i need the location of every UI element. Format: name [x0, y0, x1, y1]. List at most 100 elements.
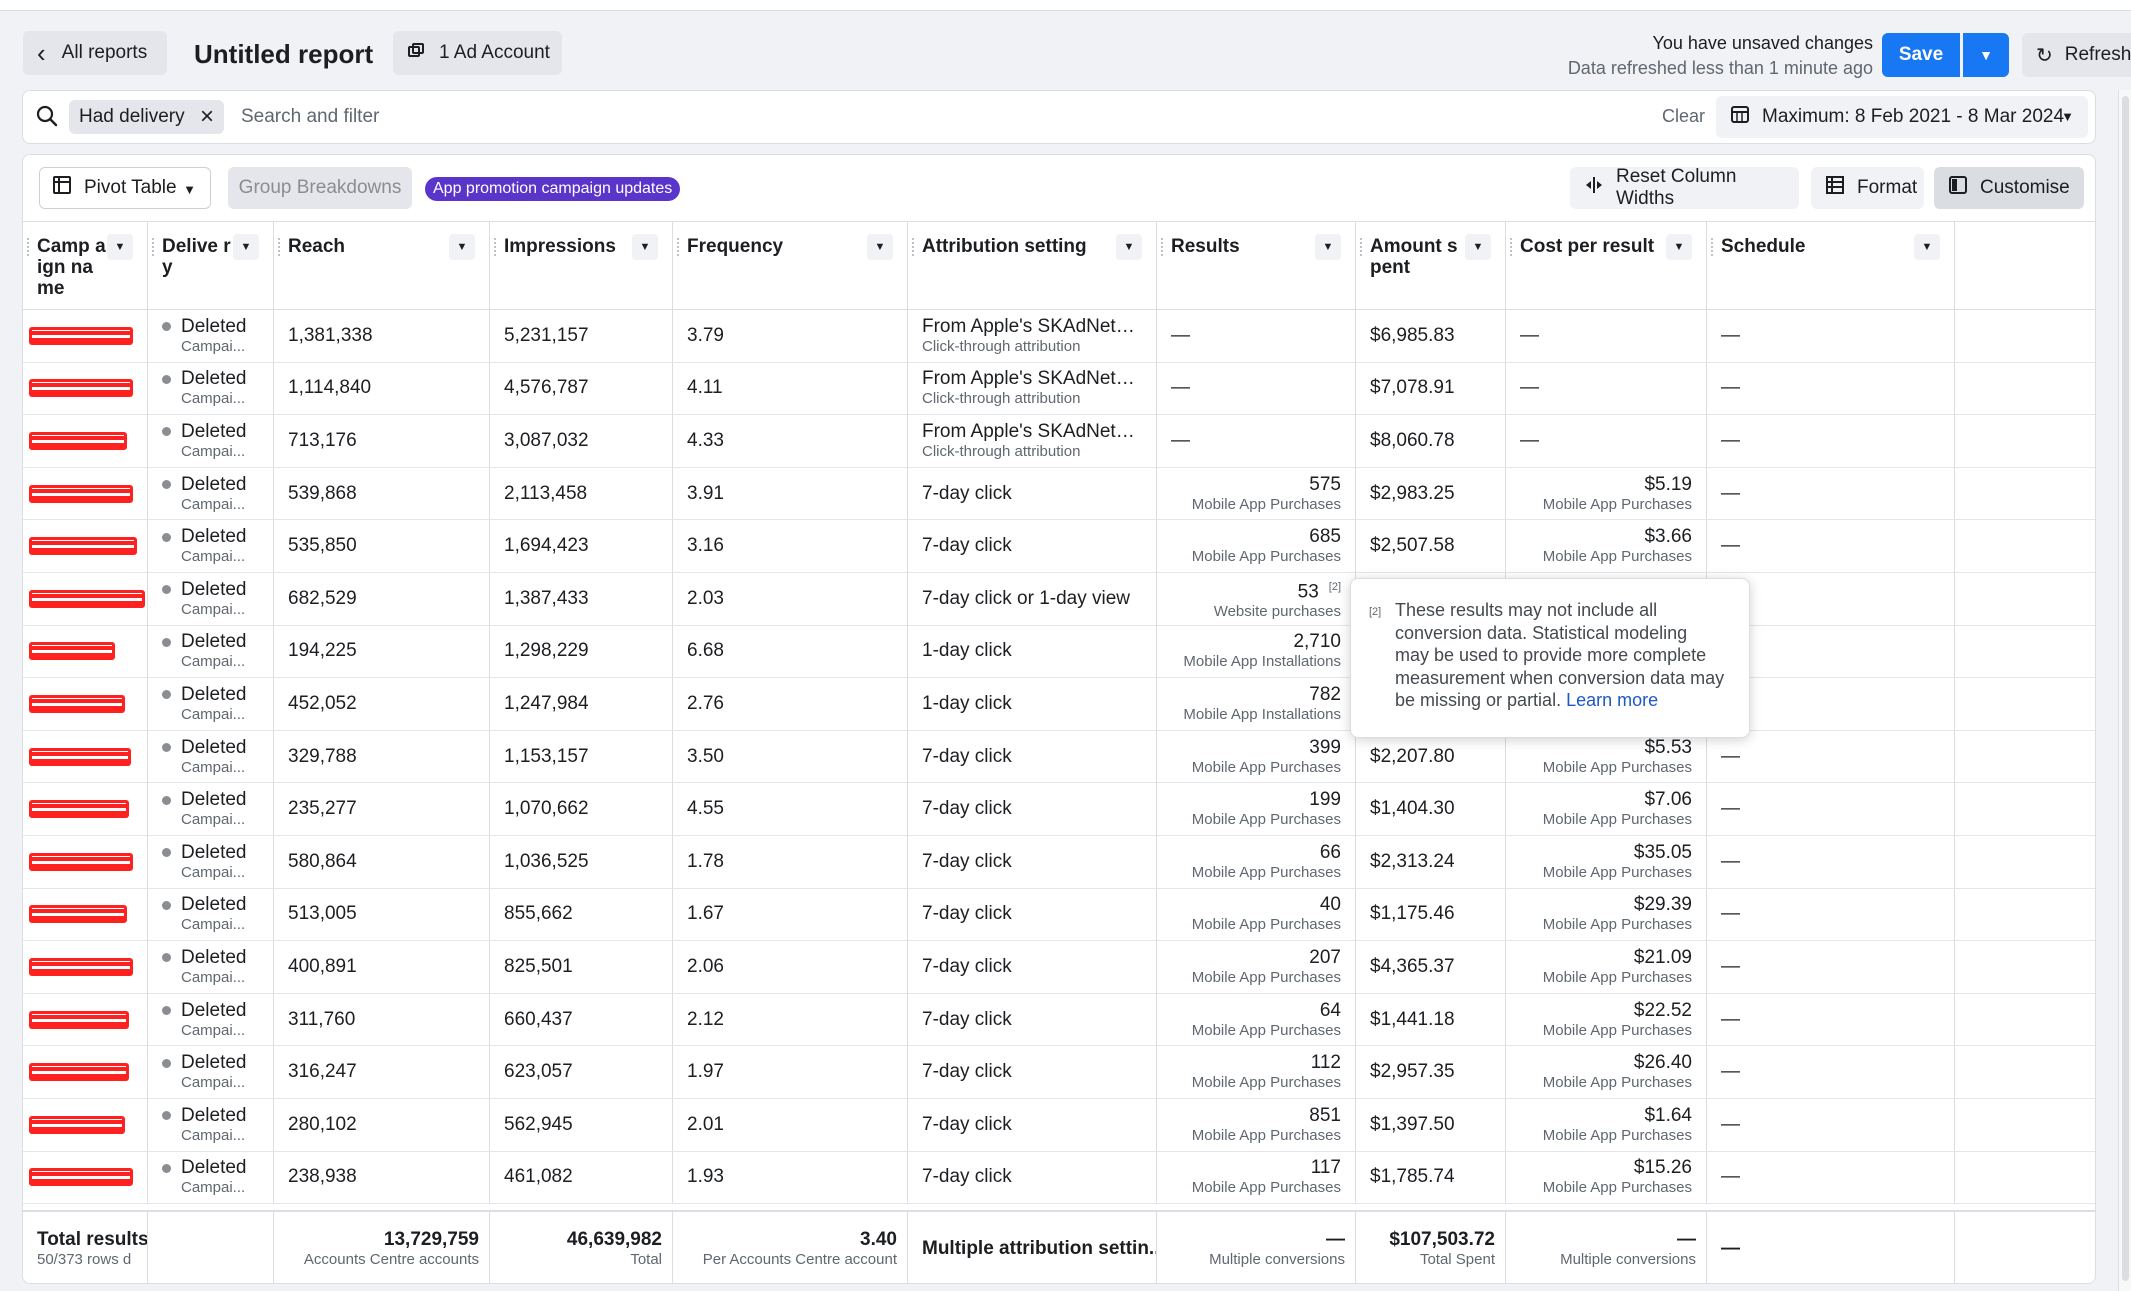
table-row[interactable]: Deleted Campai... 329,788 1,153,157 3.50 7-da…: [23, 730, 2095, 784]
column-drag-handle-icon[interactable]: [1711, 238, 1714, 256]
redacted-campaign-name[interactable]: [29, 852, 133, 871]
column-drag-handle-icon[interactable]: [1360, 238, 1363, 256]
column-header-spent[interactable]: Amount spent ▼: [1356, 222, 1506, 310]
column-header-status[interactable]: Delive ry ▼: [148, 222, 274, 310]
column-drag-handle-icon[interactable]: [27, 238, 30, 256]
table-row[interactable]: Deleted Campai... 280,102 562,945 2.01 7-day …: [23, 1099, 2095, 1152]
redacted-campaign-name[interactable]: [29, 1168, 133, 1187]
all-reports-button[interactable]: ‹ All reports: [23, 31, 167, 75]
redacted-campaign-name[interactable]: [29, 589, 145, 608]
table-row[interactable]: Deleted Campai... 535,850 1,694,423 3.16 7-da…: [23, 520, 2095, 573]
filter-chip-had-delivery[interactable]: Had delivery ×: [69, 100, 224, 134]
table-row[interactable]: Deleted Campai... 713,176 3,087,032 4.33 From…: [23, 415, 2095, 468]
campaign-name-cell[interactable]: [23, 678, 148, 730]
column-drag-handle-icon[interactable]: [152, 238, 155, 256]
table-row[interactable]: Deleted Campai... 1,381,338 5,231,157 3.79 Fr…: [23, 310, 2095, 363]
campaign-name-cell[interactable]: [23, 941, 148, 993]
column-header-attr[interactable]: Attribution setting ▼: [908, 222, 1157, 310]
campaign-name-cell[interactable]: [23, 1151, 148, 1204]
campaign-name-cell[interactable]: [23, 573, 148, 625]
table-row[interactable]: Deleted Campai... 513,005 855,662 1.67 7-day …: [23, 888, 2095, 942]
column-header-name[interactable]: Camp aign name ▼: [23, 222, 148, 310]
column-header-reach[interactable]: Reach ▼: [274, 222, 490, 310]
redacted-campaign-name[interactable]: [29, 1115, 125, 1134]
learn-more-link[interactable]: Learn more: [1566, 690, 1658, 710]
redacted-campaign-name[interactable]: [29, 800, 129, 819]
column-drag-handle-icon[interactable]: [1161, 238, 1164, 256]
campaign-name-cell[interactable]: [23, 362, 148, 415]
column-drag-handle-icon[interactable]: [278, 238, 281, 256]
campaign-name-cell[interactable]: [23, 783, 148, 835]
redacted-campaign-name[interactable]: [29, 957, 133, 976]
table-row[interactable]: Deleted Campai... 194,225 1,298,229 6.68 1-da…: [23, 625, 2095, 679]
table-row[interactable]: Deleted Campai... 1,114,840 4,576,787 4.11 Fr…: [23, 362, 2095, 416]
campaign-name-cell[interactable]: [23, 730, 148, 783]
campaign-name-cell[interactable]: [23, 415, 148, 467]
column-menu-caret-icon[interactable]: ▼: [867, 234, 893, 260]
search-input[interactable]: [241, 101, 1041, 133]
redacted-campaign-name[interactable]: [29, 905, 127, 924]
format-button[interactable]: Format: [1811, 167, 1924, 209]
campaign-name-cell[interactable]: [23, 310, 148, 362]
redacted-campaign-name[interactable]: [29, 747, 131, 766]
table-row[interactable]: Deleted Campai... 311,760 660,437 2.12 7-day …: [23, 993, 2095, 1047]
column-menu-caret-icon[interactable]: ▼: [107, 234, 133, 260]
column-drag-handle-icon[interactable]: [1510, 238, 1513, 256]
column-menu-caret-icon[interactable]: ▼: [1116, 234, 1142, 260]
campaign-name-cell[interactable]: [23, 625, 148, 678]
table-row[interactable]: Deleted Campai... 238,938 461,082 1.93 7-day …: [23, 1151, 2095, 1205]
campaign-name-cell[interactable]: [23, 1099, 148, 1151]
table-row[interactable]: Deleted Campai... 400,891 825,501 2.06 7-day …: [23, 941, 2095, 994]
table-row[interactable]: Deleted Campai... 539,868 2,113,458 3.91 7-da…: [23, 467, 2095, 521]
reset-column-widths-button[interactable]: Reset Column Widths: [1570, 166, 1799, 209]
column-drag-handle-icon[interactable]: [912, 238, 915, 256]
redacted-campaign-name[interactable]: [29, 537, 137, 556]
column-drag-handle-icon[interactable]: [677, 238, 680, 256]
page-scrollbar[interactable]: [2118, 90, 2131, 1291]
column-menu-caret-icon[interactable]: ▼: [1914, 234, 1940, 260]
table-row[interactable]: Deleted Campai... 316,247 623,057 1.97 7-day …: [23, 1046, 2095, 1099]
redacted-campaign-name[interactable]: [29, 1010, 129, 1029]
pivot-table-dropdown[interactable]: Pivot Table ▼: [39, 167, 211, 209]
table-row[interactable]: Deleted Campai... 452,052 1,247,984 2.76 1-da…: [23, 678, 2095, 731]
table-row[interactable]: Deleted Campai... 235,277 1,070,662 4.55 7-da…: [23, 783, 2095, 836]
column-header-impressions[interactable]: Impressions ▼: [490, 222, 673, 310]
table-row[interactable]: Deleted Campai... 682,529 1,387,433 2.03 7-da…: [23, 573, 2095, 626]
page-scrollbar-thumb[interactable]: [2122, 96, 2129, 1281]
campaign-name-cell[interactable]: [23, 1046, 148, 1098]
ad-account-button[interactable]: 1 Ad Account: [393, 31, 562, 75]
column-drag-handle-icon[interactable]: [494, 238, 497, 256]
redacted-campaign-name[interactable]: [29, 1063, 129, 1082]
campaign-name-cell[interactable]: [23, 836, 148, 888]
column-menu-caret-icon[interactable]: ▼: [632, 234, 658, 260]
customise-button[interactable]: Customise: [1934, 167, 2084, 209]
column-header-schedule[interactable]: Schedule ▼: [1707, 222, 1955, 310]
column-menu-caret-icon[interactable]: ▼: [1465, 234, 1491, 260]
column-menu-caret-icon[interactable]: ▼: [1666, 234, 1692, 260]
column-menu-caret-icon[interactable]: ▼: [449, 234, 475, 260]
date-range-picker[interactable]: Maximum: 8 Feb 2021 - 8 Mar 2024 ▼: [1716, 96, 2088, 138]
app-promotion-badge[interactable]: App promotion campaign updates: [425, 177, 681, 201]
results-footnote-mark[interactable]: [2]: [1329, 581, 1341, 593]
column-menu-caret-icon[interactable]: ▼: [1315, 234, 1341, 260]
redacted-campaign-name[interactable]: [29, 484, 133, 503]
redacted-campaign-name[interactable]: [29, 694, 125, 713]
save-options-button[interactable]: ▼: [1963, 33, 2009, 77]
redacted-campaign-name[interactable]: [29, 379, 133, 398]
remove-filter-icon[interactable]: ×: [200, 103, 214, 131]
campaign-name-cell[interactable]: [23, 993, 148, 1046]
column-header-cpr[interactable]: Cost per result ▼: [1506, 222, 1707, 310]
campaign-name-cell[interactable]: [23, 467, 148, 520]
column-header-frequency[interactable]: Frequency ▼: [673, 222, 908, 310]
clear-filters-button[interactable]: Clear: [1662, 106, 1705, 127]
group-breakdowns-button[interactable]: Group Breakdowns: [228, 167, 412, 209]
column-menu-caret-icon[interactable]: ▼: [233, 234, 259, 260]
table-row[interactable]: Deleted Campai... 580,864 1,036,525 1.78 7-da…: [23, 836, 2095, 889]
redacted-campaign-name[interactable]: [29, 326, 133, 345]
campaign-name-cell[interactable]: [23, 520, 148, 572]
redacted-campaign-name[interactable]: [29, 431, 127, 450]
redacted-campaign-name[interactable]: [29, 642, 115, 661]
refresh-button[interactable]: ↻ Refresh: [2022, 33, 2131, 77]
save-button[interactable]: Save: [1882, 33, 1960, 77]
column-header-results[interactable]: Results ▼: [1157, 222, 1356, 310]
